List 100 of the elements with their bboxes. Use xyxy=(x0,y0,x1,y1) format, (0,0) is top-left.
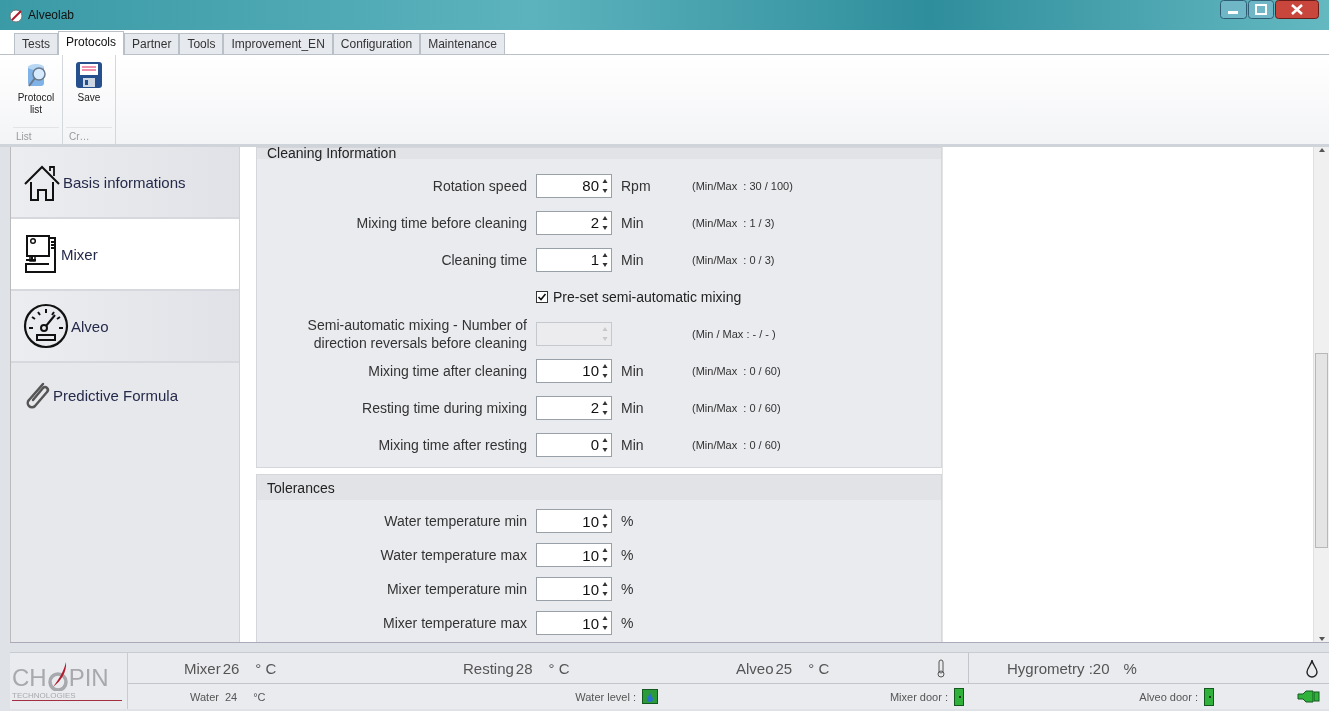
speedometer-icon xyxy=(23,303,69,349)
number-spinner[interactable]: 2 xyxy=(536,210,612,235)
range-hint: (Min/Max : 0 / 60) xyxy=(692,401,781,414)
indicator-label: Alveo door : xyxy=(1139,690,1198,703)
unit-label: % xyxy=(621,581,634,597)
number-spinner[interactable]: 1 xyxy=(536,247,612,272)
number-spinner[interactable]: 10 xyxy=(536,543,612,567)
field-label: Water temperature max xyxy=(380,546,527,564)
field-label: Mixing time before cleaning xyxy=(356,213,527,232)
logo-text: CH xyxy=(12,665,47,691)
number-spinner[interactable]: 80 xyxy=(536,173,612,198)
number-spinner[interactable]: 10 xyxy=(536,509,612,533)
sidebar-item[interactable]: Predictive Formula xyxy=(11,363,239,427)
number-spinner[interactable]: 10 xyxy=(536,358,612,383)
spin-arrows-icon[interactable] xyxy=(602,399,608,416)
ribbon-tab[interactable]: Maintenance xyxy=(420,33,505,54)
spin-arrows-icon[interactable] xyxy=(602,615,608,631)
maximize-icon[interactable] xyxy=(1248,0,1274,19)
scroll-down-icon[interactable] xyxy=(1317,636,1326,642)
ribbon-tab[interactable]: Partner xyxy=(124,33,180,54)
field-label: Cleaning time xyxy=(441,250,527,269)
logo-text: PIN xyxy=(68,665,109,691)
sidebar-item[interactable]: Basis informations xyxy=(11,147,239,219)
reading-label: Water xyxy=(190,690,219,703)
group-label: Cr… xyxy=(66,127,112,144)
number-spinner[interactable]: 10 xyxy=(536,611,612,635)
door-icon xyxy=(1204,687,1214,706)
spin-arrows-icon[interactable] xyxy=(602,177,608,194)
number-spinner[interactable]: 0 xyxy=(536,432,612,457)
unit-label: Min xyxy=(621,436,644,453)
reading-label: Hygrometry : xyxy=(1007,659,1093,677)
ribbon-button[interactable]: Protocol list xyxy=(13,55,59,127)
unit-label: % xyxy=(621,547,634,563)
unit-label: Min xyxy=(621,362,644,379)
indicator-label: Mixer door : xyxy=(889,690,948,703)
field-label: Mixing time after cleaning xyxy=(368,361,527,380)
ribbon-tab[interactable]: Tools xyxy=(179,33,224,54)
ribbon-button[interactable]: Save xyxy=(66,55,112,127)
number-spinner[interactable]: 10 xyxy=(536,577,612,601)
field-label: Water temperature min xyxy=(384,512,527,530)
field-label: Mixer temperature min xyxy=(386,580,527,598)
reading-unit: ° C xyxy=(255,659,277,677)
reading-value: 24 xyxy=(224,690,238,703)
reading-unit: ° C xyxy=(808,659,830,677)
reading-label: Alveo xyxy=(736,659,774,677)
range-hint: (Min / Max : - / - ) xyxy=(692,327,776,340)
field-label: Mixer temperature max xyxy=(383,614,527,632)
spin-arrows-icon[interactable] xyxy=(602,581,608,597)
unit-label: Min xyxy=(621,214,644,231)
reading-value: 25 xyxy=(775,659,793,677)
reading-unit: ° C xyxy=(548,659,570,677)
unit-label: % xyxy=(621,615,634,631)
unit-label: Min xyxy=(621,251,644,268)
spin-arrows-icon[interactable] xyxy=(602,436,608,453)
reading-label: Resting xyxy=(463,659,514,677)
app-icon xyxy=(9,7,23,23)
water-level-icon xyxy=(642,689,658,704)
sidebar-item[interactable]: Mixer xyxy=(11,219,239,291)
thermometer-icon xyxy=(936,658,946,678)
minimize-icon[interactable] xyxy=(1220,0,1247,19)
number-spinner[interactable]: 2 xyxy=(536,395,612,420)
checkbox-label: Pre-set semi-automatic mixing xyxy=(553,288,742,305)
range-hint: (Min/Max : 0 / 3) xyxy=(692,253,775,266)
ribbon-tab[interactable]: Protocols xyxy=(58,31,125,55)
ribbon-tab[interactable]: Configuration xyxy=(332,33,421,54)
section-title: Cleaning Information xyxy=(257,147,941,159)
logo-mark-icon xyxy=(46,661,69,691)
group-label: List xyxy=(13,127,59,144)
reading-value: 26 xyxy=(222,659,240,677)
logo-tagline: TECHNOLOGIES xyxy=(12,691,122,701)
spin-arrows-icon[interactable] xyxy=(602,362,608,379)
window-title: Alveolab xyxy=(28,8,75,22)
reading-value: 28 xyxy=(515,659,533,677)
sidebar-item[interactable]: Alveo xyxy=(11,291,239,363)
door-icon xyxy=(954,687,964,706)
unit-label: % xyxy=(621,513,634,529)
spin-arrows-icon[interactable] xyxy=(602,513,608,529)
range-hint: (Min/Max : 1 / 3) xyxy=(692,216,775,229)
plug-icon xyxy=(1297,689,1320,704)
scrollbar[interactable] xyxy=(1313,147,1329,642)
water-drop-icon xyxy=(1305,658,1319,678)
close-icon[interactable] xyxy=(1275,0,1319,19)
reading-label: Mixer xyxy=(184,659,221,677)
spin-arrows-icon[interactable] xyxy=(602,251,608,268)
spin-arrows-icon[interactable] xyxy=(602,547,608,563)
field-label: Resting time during mixing xyxy=(362,398,527,417)
range-hint: (Min/Max : 30 / 100) xyxy=(692,179,793,192)
ribbon-tab[interactable]: Improvement_EN xyxy=(223,33,333,54)
field-label: Mixing time after resting xyxy=(378,435,527,454)
checkbox[interactable] xyxy=(536,290,548,303)
reading-unit: °C xyxy=(253,690,266,703)
range-hint: (Min/Max : 0 / 60) xyxy=(692,438,781,451)
unit-label: Min xyxy=(621,399,644,416)
spin-arrows-icon[interactable] xyxy=(602,214,608,231)
reading-unit: % xyxy=(1123,659,1137,677)
field-label: Semi-automatic mixing - Number of direction reversals before cleaning xyxy=(306,315,527,352)
unit-label: Rpm xyxy=(621,177,651,194)
ribbon-tab[interactable]: Tests xyxy=(14,33,58,54)
section-title: Tolerances xyxy=(257,474,941,500)
range-hint: (Min/Max : 0 / 60) xyxy=(692,364,781,377)
